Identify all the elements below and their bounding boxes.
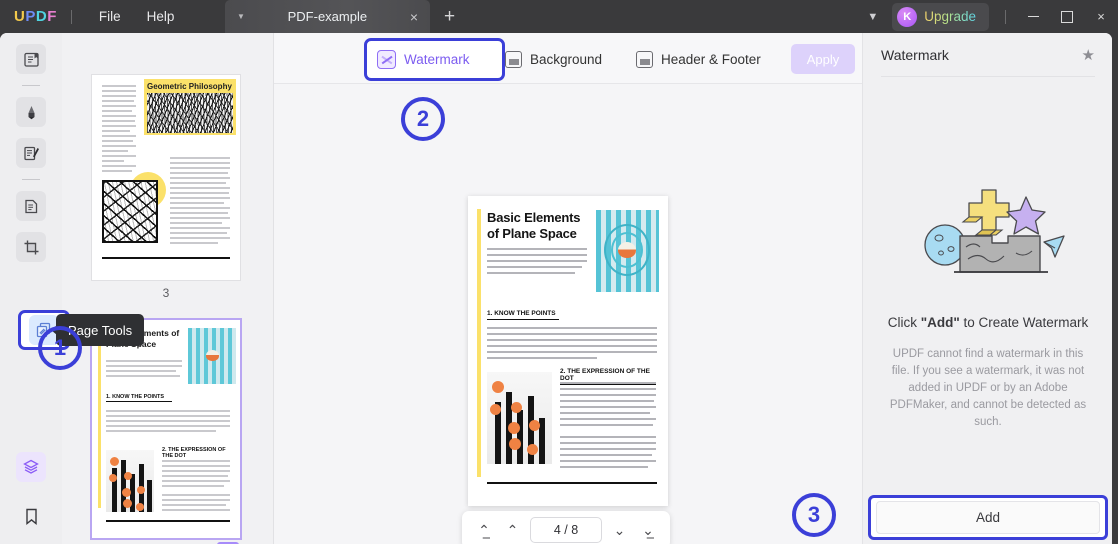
tab-background-label: Background <box>530 51 603 67</box>
tab-watermark[interactable]: Watermark <box>377 46 470 72</box>
upgrade-button[interactable]: K Upgrade <box>892 2 989 31</box>
thumb4-section2: 2. THE EXPRESSION OF THE DOT <box>162 447 226 459</box>
thumb4-image2 <box>106 450 154 512</box>
crop-icon[interactable] <box>16 232 46 262</box>
thumbnail-page-4[interactable]: Basic Elements of Plane Space 1. KNOW TH… <box>92 320 240 538</box>
document-viewer[interactable]: Basic Elements of Plane Space 1. KNOW TH… <box>274 84 862 544</box>
panel-divider <box>881 76 1095 77</box>
page-section-1-heading: 1. KNOW THE POINTS <box>487 310 559 320</box>
tab-title: PDF-example <box>287 9 368 24</box>
new-tab-button[interactable]: + <box>444 6 455 28</box>
close-icon[interactable]: × <box>1084 0 1118 33</box>
tab-background[interactable]: Background <box>505 46 602 72</box>
empty-state-illustration <box>908 183 1068 291</box>
thumb4-accent-bar <box>98 328 101 508</box>
watermark-toolbar: Watermark Background Header & Footer App… <box>274 33 862 84</box>
updf-window: U P D F File Help ▼ PDF-example × + ▼ K … <box>0 0 1118 544</box>
avatar[interactable]: K <box>897 6 918 27</box>
bookmark-icon[interactable] <box>16 501 46 531</box>
apply-button[interactable]: Apply <box>791 44 855 74</box>
maximize-icon[interactable] <box>1050 0 1084 33</box>
thumb3-artwork <box>102 180 158 243</box>
last-page-icon[interactable]: ⌄̲ <box>637 522 659 539</box>
star-icon[interactable]: ★ <box>1082 46 1095 64</box>
empty-state-description: UPDF cannot find a watermark in this fil… <box>889 348 1087 428</box>
upgrade-label: Upgrade <box>924 9 976 24</box>
page-number-input[interactable]: 4 / 8 <box>530 517 602 543</box>
header-footer-icon <box>636 50 653 68</box>
thumb4-photo <box>188 328 236 384</box>
rail-separator-2 <box>22 179 40 180</box>
logo-letter-u: U <box>14 8 26 25</box>
logo-letter-d: D <box>35 8 48 25</box>
left-toolbar-rail <box>0 33 62 544</box>
ocr-icon[interactable] <box>16 191 46 221</box>
empty-state: Click "Add" to Create Watermark UPDF can… <box>863 183 1112 431</box>
panel-header: Watermark ★ <box>863 33 1112 76</box>
titlebar-chevron-down-icon[interactable]: ▼ <box>853 11 892 23</box>
thumbnail-number-3: 3 <box>162 286 170 300</box>
step-marker-3: 3 <box>792 493 836 537</box>
tab-header-footer-label: Header & Footer <box>661 51 761 67</box>
page-photo-bottom <box>487 372 552 464</box>
menu-file[interactable]: File <box>86 4 134 29</box>
window-divider <box>1005 9 1006 24</box>
document-tab[interactable]: ▼ PDF-example × <box>225 0 430 33</box>
logo-letter-p: P <box>25 8 36 25</box>
first-page-icon[interactable]: ⌃̲ <box>473 522 495 539</box>
rail-separator <box>22 85 40 86</box>
tab-close-icon[interactable]: × <box>410 9 418 25</box>
thumb4-rule <box>106 520 230 522</box>
watermark-icon <box>377 49 396 69</box>
thumb3-title: Geometric Philosophy <box>147 82 232 91</box>
page-photo-top <box>596 210 659 292</box>
background-icon <box>505 50 522 68</box>
titlebar-right-controls: ▼ K Upgrade × <box>853 0 1118 33</box>
page-navigation-bar: ⌃̲ ⌃ 4 / 8 ⌄ ⌄̲ <box>462 511 670 544</box>
empty-state-title: Click "Add" to Create Watermark <box>887 315 1089 330</box>
thumb3-image <box>147 93 233 133</box>
app-body: Page Tools Geometric Philosophy 3 Elemen… <box>0 33 1112 544</box>
thumb4-section1: 1. KNOW THE POINTS <box>106 394 172 402</box>
step-marker-1: 1 <box>38 326 82 370</box>
updf-logo: U P D F <box>14 8 57 25</box>
tab-watermark-label: Watermark <box>404 51 470 67</box>
menu-help[interactable]: Help <box>134 4 188 29</box>
add-button-highlight: Add <box>868 495 1108 540</box>
thumbnail-page-3[interactable]: Geometric Philosophy <box>92 75 240 280</box>
step-marker-2: 2 <box>401 97 445 141</box>
edit-pdf-icon[interactable] <box>16 138 46 168</box>
minimize-icon[interactable] <box>1016 0 1050 33</box>
title-bar: U P D F File Help ▼ PDF-example × + ▼ K … <box>0 0 1118 33</box>
page-accent-bar <box>477 209 481 477</box>
add-watermark-button[interactable]: Add <box>876 501 1100 534</box>
tab-header-footer[interactable]: Header & Footer <box>636 46 761 72</box>
comment-icon[interactable] <box>16 97 46 127</box>
thumb3-rule <box>102 257 230 259</box>
panel-title: Watermark <box>881 46 949 63</box>
thumbnail-panel[interactable]: Geometric Philosophy 3 Elements of Space… <box>62 33 274 544</box>
page-title: Basic Elements of Plane Space <box>487 210 581 241</box>
page-bottom-rule <box>487 482 657 484</box>
previous-page-icon[interactable]: ⌃ <box>502 522 524 539</box>
reader-icon[interactable] <box>16 44 46 74</box>
logo-letter-f: F <box>47 8 57 25</box>
layers-icon[interactable] <box>16 452 46 482</box>
next-page-icon[interactable]: ⌄ <box>609 522 631 539</box>
pdf-page: Basic Elements of Plane Space 1. KNOW TH… <box>468 196 668 506</box>
title-divider <box>70 9 72 24</box>
tab-chevron-down-icon[interactable]: ▼ <box>237 12 245 21</box>
watermark-panel: Watermark ★ Click "Add" to Create Waterm… <box>862 33 1112 544</box>
